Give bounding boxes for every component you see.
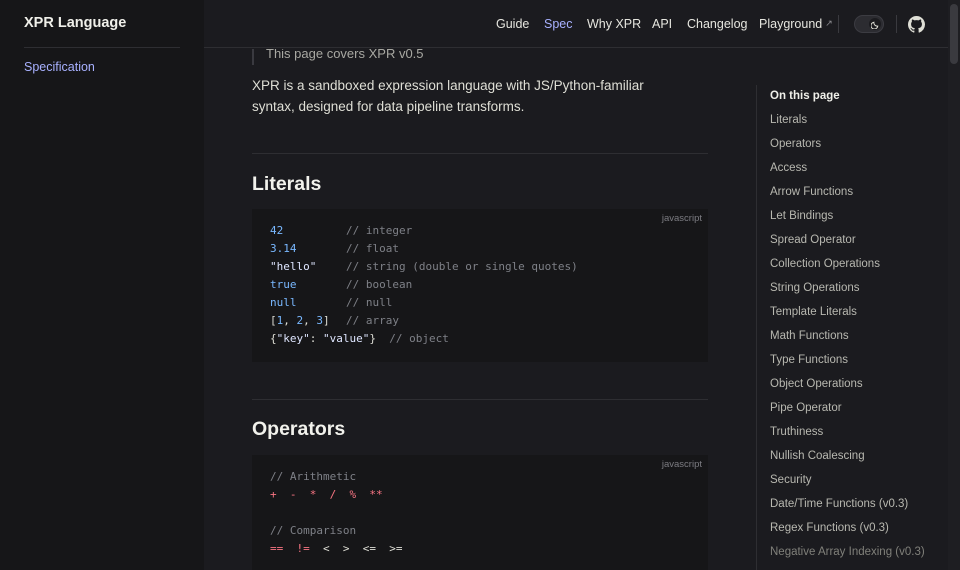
code-line: {"key": "value"} // object (270, 330, 690, 348)
code-comment: // float (346, 242, 399, 255)
code-token: 42 (270, 224, 284, 237)
on-this-page-outline: On this page Literals Operators Access Arro… (756, 85, 948, 570)
outline-item[interactable]: Literals (770, 114, 807, 126)
code-token: < > <= >= (309, 542, 403, 555)
code-line: null // null (270, 294, 690, 312)
outline-item[interactable]: String Operations (770, 282, 860, 294)
code-token: == != (270, 542, 310, 555)
code-line: 3.14 // float (270, 240, 690, 258)
nav-guide[interactable]: Guide (496, 17, 529, 31)
site-title[interactable]: XPR Language (24, 15, 126, 31)
main-content: This page covers XPR v0.5 XPR is a sandb… (204, 49, 756, 570)
code-line: == != < > <= >= (270, 540, 690, 558)
code-comment: // boolean (346, 278, 413, 291)
code-line: 42 // integer (270, 222, 690, 240)
code-comment: // string (double or single quotes) (346, 260, 578, 273)
top-nav: Guide Spec Why XPR API Changelog Playgro… (204, 0, 948, 48)
outline-item[interactable]: Date/Time Functions (v0.3) (770, 498, 908, 510)
scrollbar-thumb[interactable] (950, 4, 958, 64)
nav-spec[interactable]: Spec (544, 17, 573, 31)
outline-item[interactable]: Truthiness (770, 426, 823, 438)
nav-playground[interactable]: Playground ↗ (759, 17, 833, 31)
code-token: 3.14 (270, 242, 297, 255)
code-line: + - * / % ** (270, 486, 690, 504)
code-comment: // Comparison (270, 524, 357, 537)
code-token: : (309, 332, 323, 345)
code-block-literals: javascript 42// integer 3.14// float "hell… (252, 209, 708, 362)
code-token: } (369, 332, 390, 345)
code-line: // Comparison (270, 522, 690, 540)
theme-toggle[interactable] (854, 15, 884, 33)
outline-item[interactable]: Arrow Functions (770, 186, 853, 198)
nav-changelog[interactable]: Changelog (687, 17, 747, 31)
outline-item[interactable]: Nullish Coalescing (770, 450, 865, 462)
code-comment: // integer (346, 224, 413, 237)
code-block-operators: javascript // Arithmetic + - * / % **// C… (252, 455, 708, 570)
outline-item[interactable]: Operators (770, 138, 821, 150)
code-token: [ (270, 314, 277, 327)
code-comment: // object (389, 332, 449, 345)
code-token: "hello" (270, 260, 317, 273)
code-comment: // array (346, 314, 399, 327)
code-comment: // Arithmetic (270, 470, 357, 483)
scrollbar[interactable] (948, 0, 960, 570)
nav-divider (838, 15, 839, 33)
nav-playground-label: Playground (759, 17, 823, 31)
version-note: This page covers XPR v0.5 (252, 49, 424, 65)
code-token: , (283, 314, 297, 327)
outline-item[interactable]: Type Functions (770, 354, 848, 366)
outline-item[interactable]: Object Operations (770, 378, 863, 390)
outline-item[interactable]: Regex Functions (v0.3) (770, 522, 889, 534)
code-line: [1, 2, 3]// array (270, 312, 690, 330)
heading-operators: Operators (252, 418, 346, 440)
code-token: null (270, 296, 297, 309)
outline-item[interactable]: Security (770, 474, 812, 486)
code-token: ] (323, 314, 330, 327)
intro-paragraph: XPR is a sandboxed expression language w… (252, 78, 644, 114)
outline-item[interactable]: Template Literals (770, 306, 857, 318)
code-comment: // null (346, 296, 393, 309)
outline-item[interactable]: Collection Operations (770, 258, 880, 270)
code-token: "value" (323, 332, 370, 345)
nav-why-xpr[interactable]: Why XPR (587, 17, 641, 31)
heading-literals: Literals (252, 173, 322, 195)
code-token: { (270, 332, 277, 345)
code-token: 3 (316, 314, 323, 327)
outline-item[interactable]: Access (770, 162, 807, 174)
code-token: , (303, 314, 317, 327)
outline-item[interactable]: Math Functions (770, 330, 849, 342)
sidebar-divider (24, 47, 180, 48)
outline-item[interactable]: Spread Operator (770, 234, 856, 246)
github-icon[interactable] (908, 16, 925, 33)
sidebar-item-specification[interactable]: Specification (24, 60, 95, 74)
external-link-icon: ↗ (825, 18, 833, 28)
code-line: true // boolean (270, 276, 690, 294)
nav-api[interactable]: API (652, 17, 672, 31)
outline-item[interactable]: Pipe Operator (770, 402, 842, 414)
code-token: "key" (276, 332, 310, 345)
section-divider (252, 153, 708, 154)
nav-divider (896, 15, 897, 33)
outline-title: On this page (770, 90, 840, 102)
outline-item[interactable]: Let Bindings (770, 210, 833, 222)
code-token: + - * / % ** (270, 488, 383, 501)
code-token: true (270, 278, 297, 291)
section-divider (252, 399, 708, 400)
code-line: "hello" // string (double or single quote… (270, 258, 690, 276)
outline-item[interactable]: Negative Array Indexing (v0.3) (770, 546, 925, 558)
sidebar: XPR Language Specification (0, 0, 204, 570)
moon-icon (869, 18, 881, 30)
code-line: // Arithmetic (270, 468, 690, 486)
